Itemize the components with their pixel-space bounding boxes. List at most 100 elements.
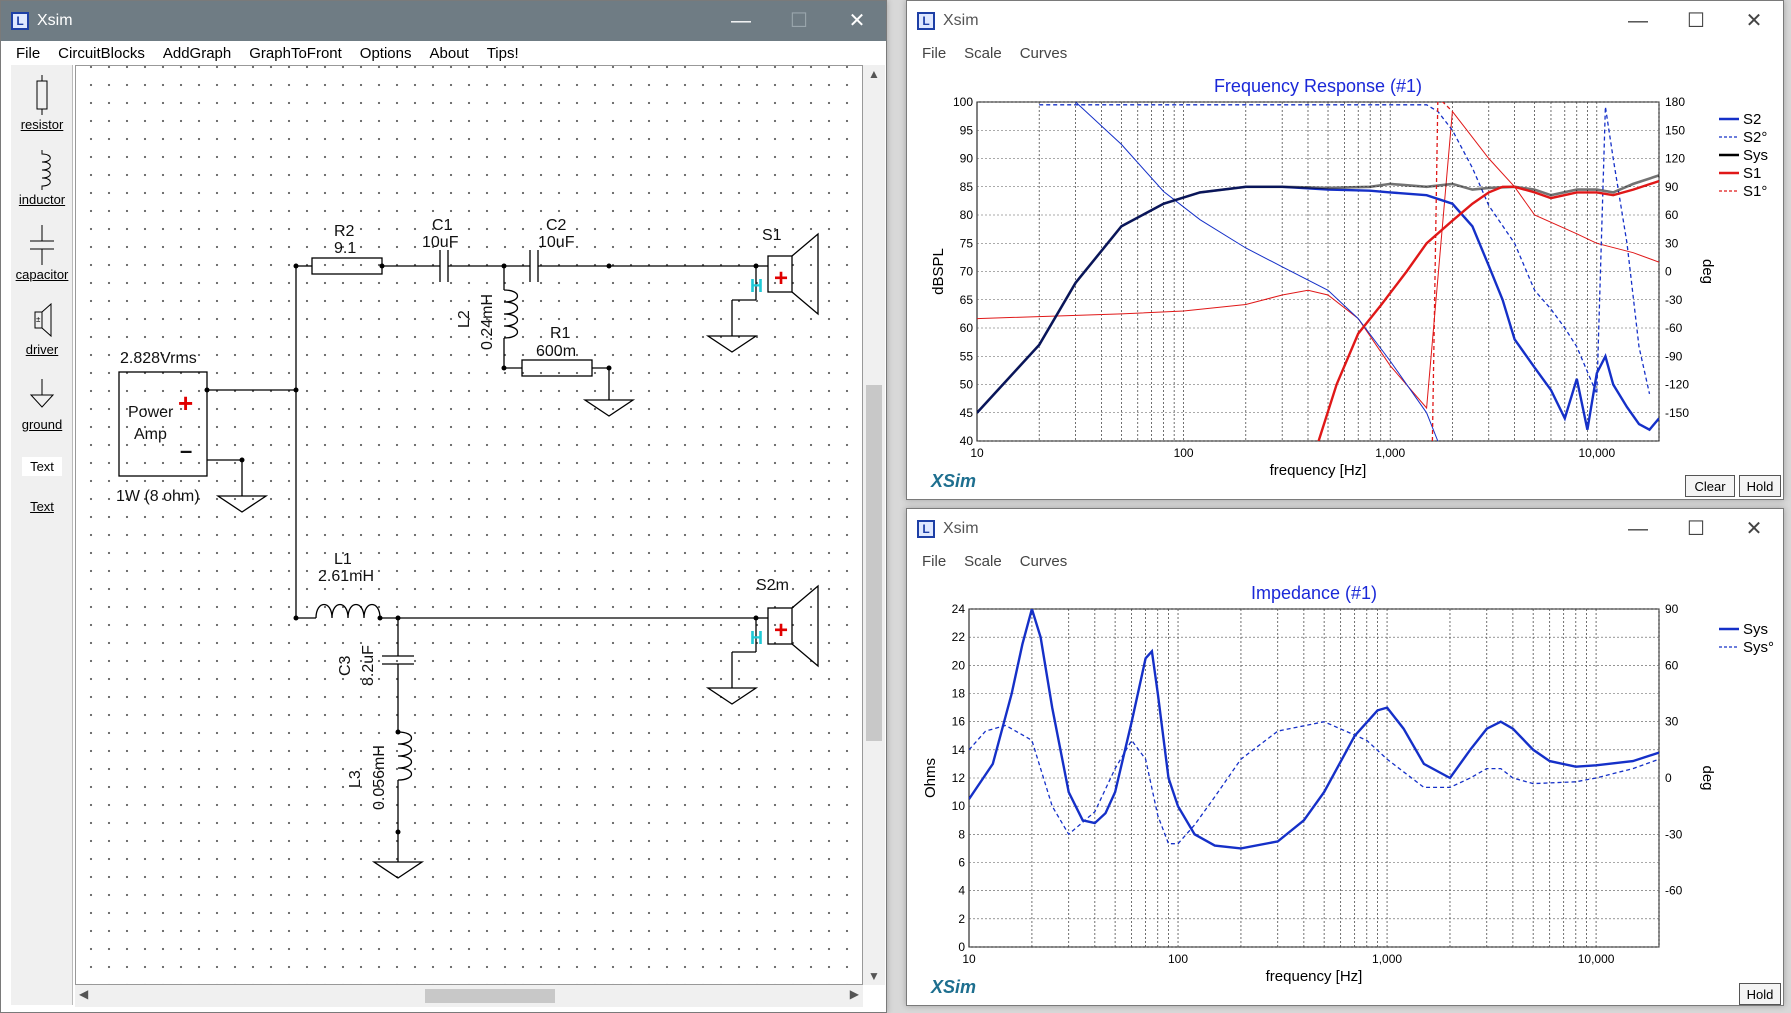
inductor-l3[interactable] [397,731,413,781]
menu-options[interactable]: Options [351,45,421,62]
tool-text[interactable]: Text [11,457,73,476]
inductor-icon [41,150,51,190]
menu-addgraph[interactable]: AddGraph [154,45,240,62]
y-axis-label: dBSPL [930,248,947,295]
power-amp-block[interactable] [118,371,208,477]
menu-scale[interactable]: Scale [955,553,1011,570]
graph-titlebar[interactable]: L Xsim — ☐ ✕ [907,1,1783,41]
y2-tick-label: 30 [1665,236,1679,250]
y-tick-label: 16 [952,715,966,729]
y-tick-label: 70 [960,265,974,279]
y-tick-label: 75 [960,236,974,250]
capacitor-icon [30,225,54,265]
l2-name: L2 [456,310,473,328]
l1-name: L1 [334,551,352,568]
y-tick-label: 6 [958,856,965,870]
y-tick-label: 20 [952,658,966,672]
schematic-vertical-scrollbar[interactable]: ▲ ▼ [863,65,885,985]
y-tick-label: 55 [960,349,974,363]
close-button[interactable]: ✕ [1725,509,1783,549]
amp-minus-sign: – [180,438,192,463]
menu-file[interactable]: File [7,45,49,62]
driver-icon: ± [34,302,52,338]
y2-axis-label: deg [1699,259,1716,284]
y2-tick-label: 60 [1665,208,1679,222]
menu-file[interactable]: File [913,45,955,62]
minimize-button[interactable]: — [712,1,770,41]
menu-graphtofront[interactable]: GraphToFront [240,45,351,62]
graph-titlebar[interactable]: L Xsim — ☐ ✕ [907,509,1783,549]
maximize-button[interactable]: ☐ [1667,1,1725,41]
circuit-diagram: 2.828Vrms Power Amp + – 1W (8 ohm) R2 9.… [116,217,819,879]
scroll-down-icon[interactable]: ▼ [863,969,885,983]
inductor-l2[interactable] [503,289,519,339]
close-button[interactable]: ✕ [1725,1,1783,41]
c1-name: C1 [432,217,453,234]
clear-button[interactable]: Clear [1685,475,1735,497]
y2-tick-label: -60 [1665,884,1683,898]
s1-marker: H [750,276,763,296]
scroll-left-icon[interactable]: ◀ [79,987,88,1001]
tool-driver[interactable]: ± driver [11,300,73,357]
x-tick-label: 10,000 [1578,952,1615,966]
y2-tick-label: -150 [1665,406,1689,420]
scroll-thumb[interactable] [425,989,555,1003]
xsim-app-icon: L [917,12,935,30]
s1-name: S1 [762,227,782,244]
tool-ground[interactable]: ground [11,375,73,432]
y-tick-label: 18 [952,687,966,701]
minimize-button[interactable]: — [1609,509,1667,549]
schematic-canvas[interactable]: 2.828Vrms Power Amp + – 1W (8 ohm) R2 9.… [75,65,863,985]
legend-label: S2° [1743,129,1767,146]
x-tick-label: 10,000 [1578,446,1615,460]
x-tick-label: 1,000 [1375,446,1405,460]
c2-value: 10uF [538,234,575,251]
schematic-menubar: File CircuitBlocks AddGraph GraphToFront… [1,41,886,65]
menu-tips[interactable]: Tips! [478,45,528,62]
menu-scale[interactable]: Scale [955,45,1011,62]
tool-inductor[interactable]: inductor [11,150,73,207]
legend-label: Sys° [1743,639,1774,656]
x-tick-label: 1,000 [1372,952,1402,966]
menu-curves[interactable]: Curves [1011,45,1077,62]
y2-tick-label: 60 [1665,658,1679,672]
menu-about[interactable]: About [421,45,478,62]
hold-button[interactable]: Hold [1739,983,1781,1005]
tool-capacitor[interactable]: capacitor [11,225,73,282]
resistor-r2[interactable] [311,257,383,275]
schematic-titlebar[interactable]: L Xsim — ☐ ✕ [1,1,886,41]
x-tick-label: 10 [962,952,976,966]
menu-curves[interactable]: Curves [1011,553,1077,570]
y2-tick-label: 30 [1665,715,1679,729]
resistor-r1[interactable] [521,359,593,377]
scroll-right-icon[interactable]: ▶ [850,987,859,1001]
y2-tick-label: 120 [1665,152,1685,166]
tool-resistor[interactable]: resistor [11,75,73,132]
menu-circuitblocks[interactable]: CircuitBlocks [49,45,154,62]
y2-tick-label: -120 [1665,378,1689,392]
menu-file[interactable]: File [913,553,955,570]
window-title: Xsim [943,12,979,29]
close-button[interactable]: ✕ [828,1,886,41]
inductor-l1[interactable] [315,603,381,619]
r2-value: 9.1 [334,240,356,257]
y2-tick-label: 180 [1665,95,1685,109]
ground-icon [29,379,55,408]
s2-plus-sign: + [774,617,788,644]
schematic-horizontal-scrollbar[interactable]: ◀ ▶ [75,985,863,1007]
maximize-button: ☐ [790,10,808,32]
scroll-up-icon[interactable]: ▲ [863,67,885,81]
s2-name: S2m [756,577,789,594]
minimize-button[interactable]: — [1609,1,1667,41]
x-axis-label: frequency [Hz] [1270,462,1367,479]
resistor-icon [36,75,48,115]
tool-text-2[interactable]: Text [11,497,73,514]
scroll-thumb[interactable] [866,385,882,741]
hold-button[interactable]: Hold [1739,475,1781,497]
l3-name: L3 [347,770,364,788]
y-tick-label: 14 [952,743,966,757]
x-tick-label: 100 [1174,446,1194,460]
c1-value: 10uF [422,234,459,251]
legend-label: S2 [1743,111,1761,128]
maximize-button[interactable]: ☐ [1667,509,1725,549]
